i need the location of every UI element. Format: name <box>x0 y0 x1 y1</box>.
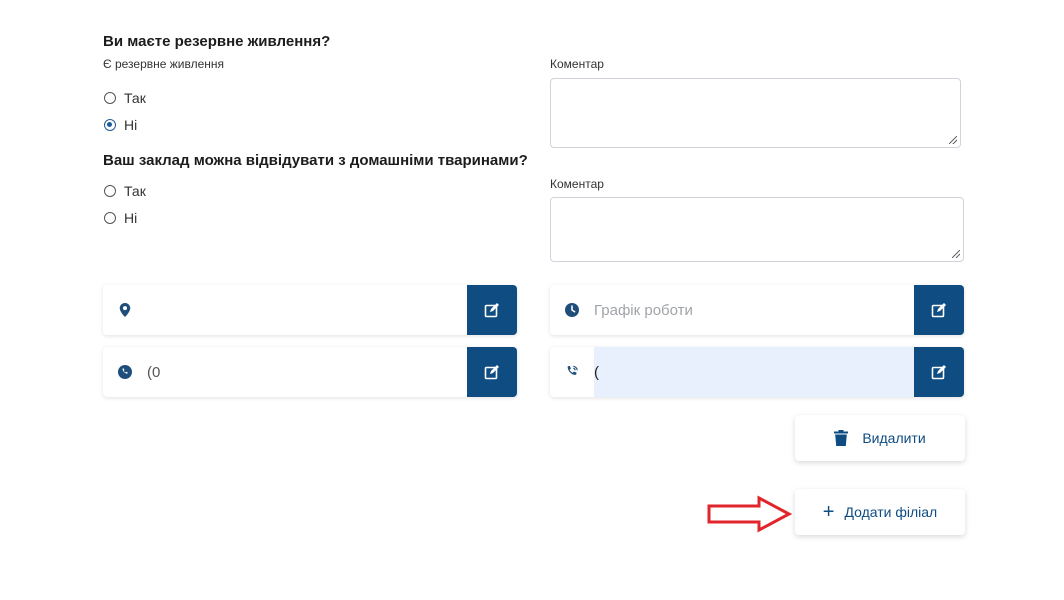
edit-icon <box>484 303 499 318</box>
pets-question: Ваш заклад можна відвідувати з домашніми… <box>103 152 528 169</box>
edit-schedule-button[interactable] <box>914 285 964 335</box>
radio-button[interactable] <box>104 92 116 104</box>
phone-icon <box>103 347 147 397</box>
schedule-input[interactable]: Графік роботи <box>594 285 914 335</box>
option-label: Ні <box>124 210 138 226</box>
edit-phone2-button[interactable] <box>914 347 964 397</box>
edit-icon <box>484 365 499 380</box>
radio-button[interactable] <box>104 212 116 224</box>
address-field[interactable] <box>103 285 517 335</box>
resize-handle-icon[interactable] <box>952 250 960 258</box>
resize-handle-icon[interactable] <box>949 136 957 144</box>
backup-power-option-no[interactable]: Ні <box>104 117 137 133</box>
clock-icon <box>550 285 594 335</box>
comment-label-2: Коментар <box>550 177 604 191</box>
backup-power-field-label: Є резервне живлення <box>103 57 225 71</box>
edit-address-button[interactable] <box>467 285 517 335</box>
pets-option-no[interactable]: Ні <box>104 210 137 226</box>
trash-icon <box>834 430 849 446</box>
comment-textarea-2[interactable] <box>550 197 964 262</box>
map-marker-icon <box>103 285 147 335</box>
edit-phone-button[interactable] <box>467 347 517 397</box>
plus-icon: + <box>822 501 835 523</box>
phone-field[interactable]: (0 <box>103 347 517 397</box>
address-input[interactable] <box>147 285 467 335</box>
option-label: Так <box>124 90 146 106</box>
comment-textarea-1[interactable] <box>550 78 961 148</box>
phone-call-icon <box>550 347 594 397</box>
radio-button[interactable] <box>104 185 116 197</box>
phone2-field[interactable]: ( <box>550 347 964 397</box>
option-label: Так <box>124 183 146 199</box>
comment-label-1: Коментар <box>550 57 604 71</box>
radio-button-checked[interactable] <box>104 119 116 131</box>
pets-option-yes[interactable]: Так <box>104 183 146 199</box>
delete-label: Видалити <box>862 430 926 446</box>
delete-button[interactable]: Видалити <box>795 415 965 461</box>
phone2-input[interactable]: ( <box>594 347 914 397</box>
edit-icon <box>931 365 946 380</box>
edit-icon <box>931 303 946 318</box>
option-label: Ні <box>124 117 138 133</box>
add-branch-label: Додати філіал <box>844 504 938 520</box>
add-branch-button[interactable]: + Додати філіал <box>795 489 965 535</box>
phone-input[interactable]: (0 <box>147 347 467 397</box>
annotation-arrow-icon <box>707 495 793 533</box>
schedule-field[interactable]: Графік роботи <box>550 285 964 335</box>
backup-power-question: Ви маєте резервне живлення? <box>103 33 331 50</box>
backup-power-option-yes[interactable]: Так <box>104 90 146 106</box>
